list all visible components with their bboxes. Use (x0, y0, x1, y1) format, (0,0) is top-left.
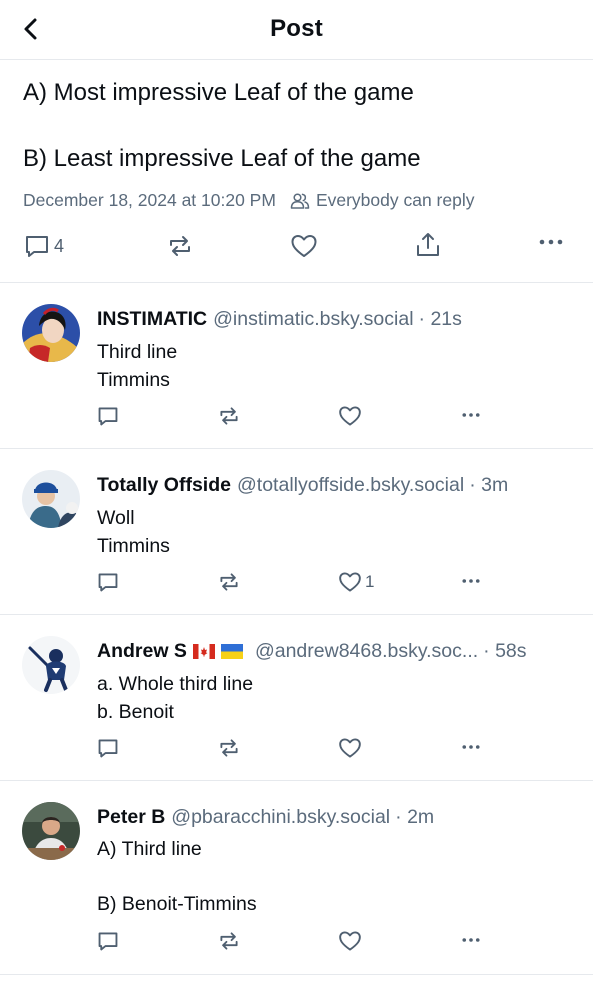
post-action-bar: 4 (0, 228, 593, 262)
reply-button[interactable] (97, 405, 119, 427)
comment-icon (98, 739, 118, 758)
reply-header: Totally Offside @totallyoffside.bsky.soc… (97, 474, 508, 497)
reply-time: · 58s (483, 640, 527, 662)
reply-text-line: B) Benoit-Timmins (97, 893, 257, 915)
reply-header: Andrew S @andrew8468.bsky.soc... · 58s (97, 640, 527, 663)
avatar-image (22, 802, 80, 860)
like-button[interactable] (338, 736, 365, 760)
comment-icon (26, 236, 48, 257)
more-options-button[interactable] (459, 744, 483, 750)
repost-icon (220, 739, 238, 757)
reply-text-line: A) Third line (97, 838, 202, 860)
like-button[interactable]: 1 (338, 570, 374, 594)
author-name[interactable]: Totally Offside (97, 474, 231, 497)
reply-button[interactable] (97, 737, 119, 759)
heart-icon (339, 406, 361, 426)
avatar[interactable] (22, 802, 80, 860)
reply-button[interactable]: 4 (24, 233, 64, 259)
repost-button[interactable] (217, 930, 241, 952)
avatar[interactable] (22, 304, 80, 362)
repost-button[interactable] (217, 571, 241, 593)
repost-icon (220, 573, 238, 591)
comment-icon (98, 407, 118, 426)
reply-header: Peter B @pbaracchini.bsky.social · 2m (97, 806, 434, 829)
avatar[interactable] (22, 636, 80, 694)
reply-text-line: Timmins (97, 535, 170, 557)
avatar-image (22, 636, 80, 694)
reply-item[interactable]: Peter B @pbaracchini.bsky.social · 2m A)… (0, 780, 593, 974)
like-button[interactable] (338, 404, 365, 428)
reply-text-line: b. Benoit (97, 701, 174, 723)
like-button[interactable] (290, 232, 318, 260)
reply-button[interactable] (97, 571, 119, 593)
reply-time: · 21s (418, 308, 462, 330)
more-dots-icon (462, 413, 480, 417)
author-name[interactable]: Andrew S (97, 640, 187, 663)
comment-icon (98, 573, 118, 592)
reply-button[interactable] (97, 930, 119, 952)
post-meta: December 18, 2024 at 10:20 PM Everybody … (23, 190, 475, 211)
comment-icon (98, 932, 118, 951)
heart-icon (291, 235, 317, 257)
more-options-button[interactable] (459, 412, 483, 418)
ukraine-flag-icon (220, 644, 243, 659)
more-options-button[interactable] (459, 578, 483, 584)
author-handle[interactable]: @totallyoffside.bsky.social (237, 474, 464, 497)
top-bar: Post (0, 0, 593, 60)
reply-text-line: Third line (97, 341, 178, 363)
like-count: 1 (365, 572, 375, 591)
reply-item[interactable]: Andrew S @andrew8468.bsky.soc... · 58s a… (0, 614, 593, 780)
page-title: Post (270, 15, 323, 42)
more-options-button[interactable] (459, 937, 483, 943)
post-text-line-2: B) Least impressive Leaf of the game (23, 145, 421, 172)
reply-header: INSTIMATIC @instimatic.bsky.social · 21s (97, 308, 462, 331)
share-icon (417, 233, 439, 256)
reply-text-line: Woll (97, 507, 135, 529)
share-button[interactable] (414, 231, 442, 259)
repost-icon (170, 236, 190, 256)
reply-item[interactable]: INSTIMATIC @instimatic.bsky.social · 21s… (0, 282, 593, 448)
heart-icon (339, 931, 361, 951)
more-options-button[interactable] (538, 238, 564, 246)
reply-time: · 3m (469, 474, 509, 496)
reply-count: 4 (54, 235, 65, 256)
heart-icon (339, 572, 361, 592)
author-handle[interactable]: @pbaracchini.bsky.social (171, 806, 390, 829)
more-dots-icon (462, 745, 480, 749)
post-text-line-1: A) Most impressive Leaf of the game (23, 79, 414, 106)
divider (0, 974, 593, 975)
reply-text-line: a. Whole third line (97, 673, 254, 695)
repost-icon (220, 932, 238, 950)
repost-button[interactable] (217, 405, 241, 427)
repost-button[interactable] (166, 233, 194, 259)
avatar-image (22, 470, 80, 528)
canada-flag-icon (192, 644, 215, 659)
more-dots-icon (462, 579, 480, 583)
reply-time: · 2m (395, 806, 435, 828)
reply-text-line: Timmins (97, 369, 170, 391)
repost-icon (220, 407, 238, 425)
heart-icon (339, 738, 361, 758)
repost-button[interactable] (217, 737, 241, 759)
post-timestamp: December 18, 2024 at 10:20 PM (23, 190, 276, 210)
avatar-image (22, 304, 80, 362)
reply-setting[interactable]: Everybody can reply (316, 190, 475, 211)
author-name[interactable]: Peter B (97, 806, 165, 829)
author-handle[interactable]: @instimatic.bsky.social (213, 308, 413, 331)
reply-item[interactable]: Totally Offside @totallyoffside.bsky.soc… (0, 448, 593, 614)
author-name[interactable]: INSTIMATIC (97, 308, 207, 331)
more-dots-icon (539, 239, 563, 245)
avatar[interactable] (22, 470, 80, 528)
people-icon (290, 192, 310, 209)
author-handle[interactable]: @andrew8468.bsky.soc... (255, 640, 478, 663)
more-dots-icon (462, 938, 480, 942)
like-button[interactable] (338, 929, 365, 953)
